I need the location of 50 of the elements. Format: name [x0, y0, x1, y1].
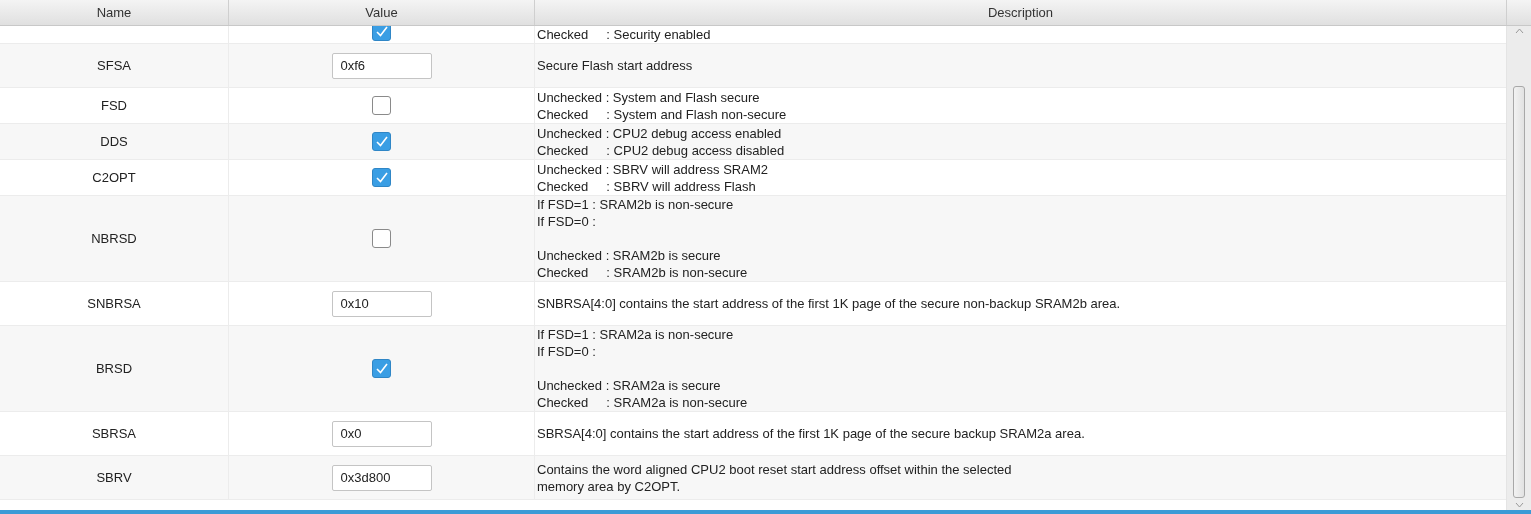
description-text: If FSD=1 : SRAM2b is non-secure — [537, 196, 735, 213]
checkbox[interactable] — [372, 168, 391, 187]
row-name: BRSD — [95, 359, 133, 378]
description-text: Unchecked : SRAM2a is secure — [537, 377, 722, 394]
row-name: C2OPT — [92, 168, 136, 187]
input-field[interactable]: 0x10 — [331, 290, 432, 317]
description-text: If FSD=0 : — [537, 213, 597, 230]
description-text: Checked : SRAM2b is non-secure — [537, 264, 749, 281]
checkmark-icon — [375, 172, 388, 183]
checkbox[interactable] — [372, 229, 391, 248]
input-field[interactable]: 0xf6 — [331, 52, 432, 79]
row-name: NBRSD — [91, 229, 137, 248]
checkbox[interactable] — [372, 359, 391, 378]
description-text: Checked : Security enabled — [537, 26, 712, 43]
description-text: If FSD=1 : SRAM2a is non-secure — [537, 326, 735, 343]
description-text: If FSD=0 : — [537, 343, 597, 360]
checkbox[interactable] — [372, 96, 391, 115]
checkmark-icon — [375, 363, 388, 374]
description-text: SBRSA[4:0] contains the start address of the first 1K page of the secure backup SRAM2a area. — [537, 425, 1086, 442]
description-text: Unchecked : System and Flash secure — [537, 88, 761, 106]
checkmark-icon — [375, 136, 388, 147]
description-text: Checked : SBRV will address Flash — [537, 177, 757, 195]
description-text: Unchecked : CPU2 debug access enabled — [537, 124, 783, 142]
row-name: SBRV — [96, 468, 132, 487]
row-name: DDS — [100, 132, 128, 151]
description-text: Secure Flash start address — [537, 57, 694, 74]
scrollbar[interactable] — [1507, 26, 1531, 510]
description-text: Checked : SRAM2a is non-secure — [537, 394, 749, 411]
column-header[interactable]: Name — [0, 0, 229, 25]
input-field[interactable]: 0x0 — [331, 420, 432, 447]
row-name: FSD — [101, 96, 127, 115]
column-header[interactable]: Value — [229, 0, 535, 25]
scroll-down-icon[interactable] — [1514, 502, 1524, 508]
checkbox[interactable] — [372, 132, 391, 151]
input-field[interactable]: 0x3d800 — [331, 464, 432, 491]
row-name: SFSA — [97, 56, 131, 75]
scroll-up-icon[interactable] — [1514, 28, 1524, 34]
description-text: Checked : System and Flash non-secure — [537, 105, 788, 123]
checkbox[interactable] — [372, 26, 391, 41]
description-text: Contains the word aligned CPU2 boot reset start address offset within the selected — [537, 460, 1013, 478]
column-header[interactable]: Description — [535, 0, 1507, 25]
row-name: SBRSA — [91, 424, 137, 443]
description-text: Unchecked : SBRV will address SRAM2 — [537, 160, 769, 178]
checkmark-icon — [375, 26, 388, 37]
description-text: SNBRSA[4:0] contains the start address of the first 1K page of the secure non-backup SRAM2b area. — [537, 295, 1122, 312]
description-text: memory area by C2OPT. — [537, 477, 682, 495]
description-text: Checked : CPU2 debug access disabled — [537, 141, 786, 159]
scrollbar-thumb[interactable] — [1513, 86, 1525, 498]
description-text: Unchecked : SRAM2b is secure — [537, 247, 722, 264]
row-name: SNBRSA — [87, 294, 141, 313]
